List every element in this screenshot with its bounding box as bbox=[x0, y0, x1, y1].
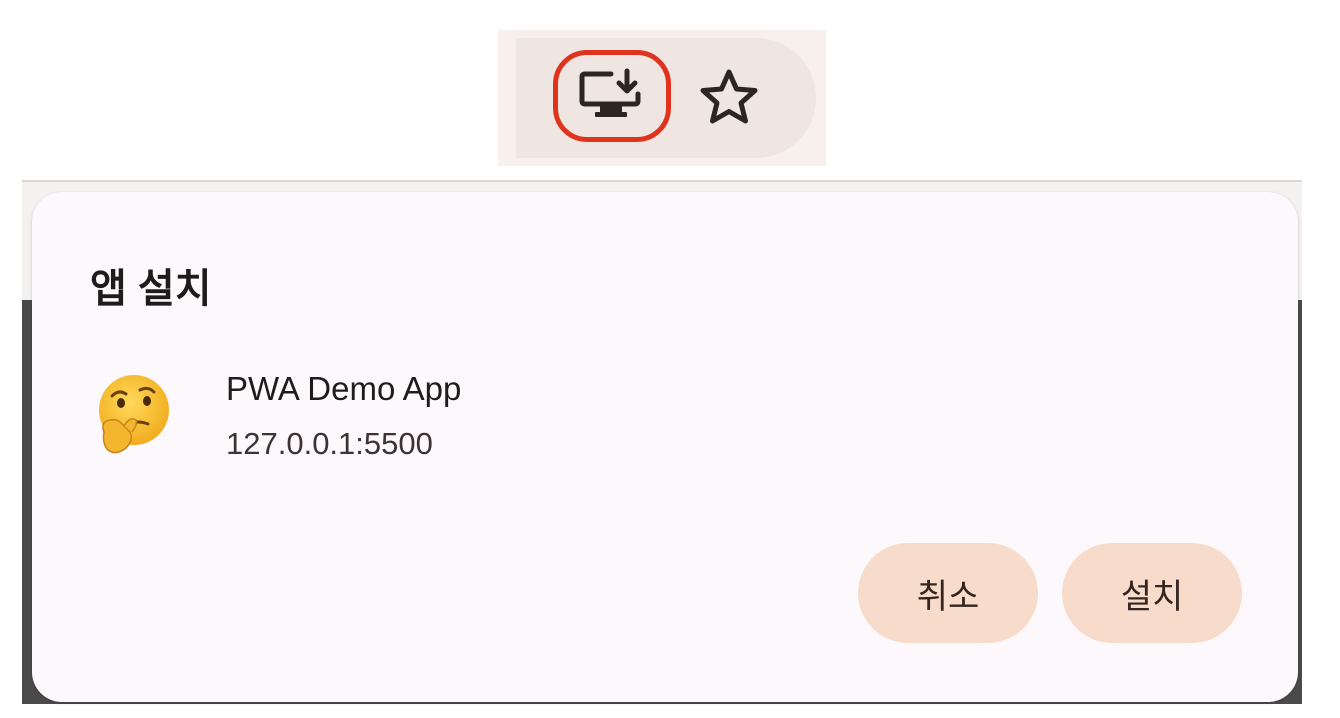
bookmark-star-button[interactable] bbox=[694, 62, 764, 132]
cancel-button[interactable]: 취소 bbox=[858, 543, 1038, 643]
install-app-dialog: 앱 설치 PWA Demo App 127.0.0.1:5500 취소 설치 bbox=[32, 192, 1298, 702]
app-origin: 127.0.0.1:5500 bbox=[226, 426, 433, 461]
install-button[interactable]: 설치 bbox=[1062, 543, 1242, 643]
app-name: PWA Demo App bbox=[226, 370, 462, 407]
install-app-button[interactable] bbox=[553, 50, 671, 142]
screenshot-root: 앱 설치 PWA Demo App 127.0.0.1:5500 취소 설치 bbox=[0, 0, 1340, 718]
dialog-title: 앱 설치 bbox=[90, 267, 212, 311]
thinking-face-icon bbox=[99, 375, 169, 454]
install-desktop-icon bbox=[579, 68, 641, 117]
star-outline-icon bbox=[700, 69, 758, 124]
